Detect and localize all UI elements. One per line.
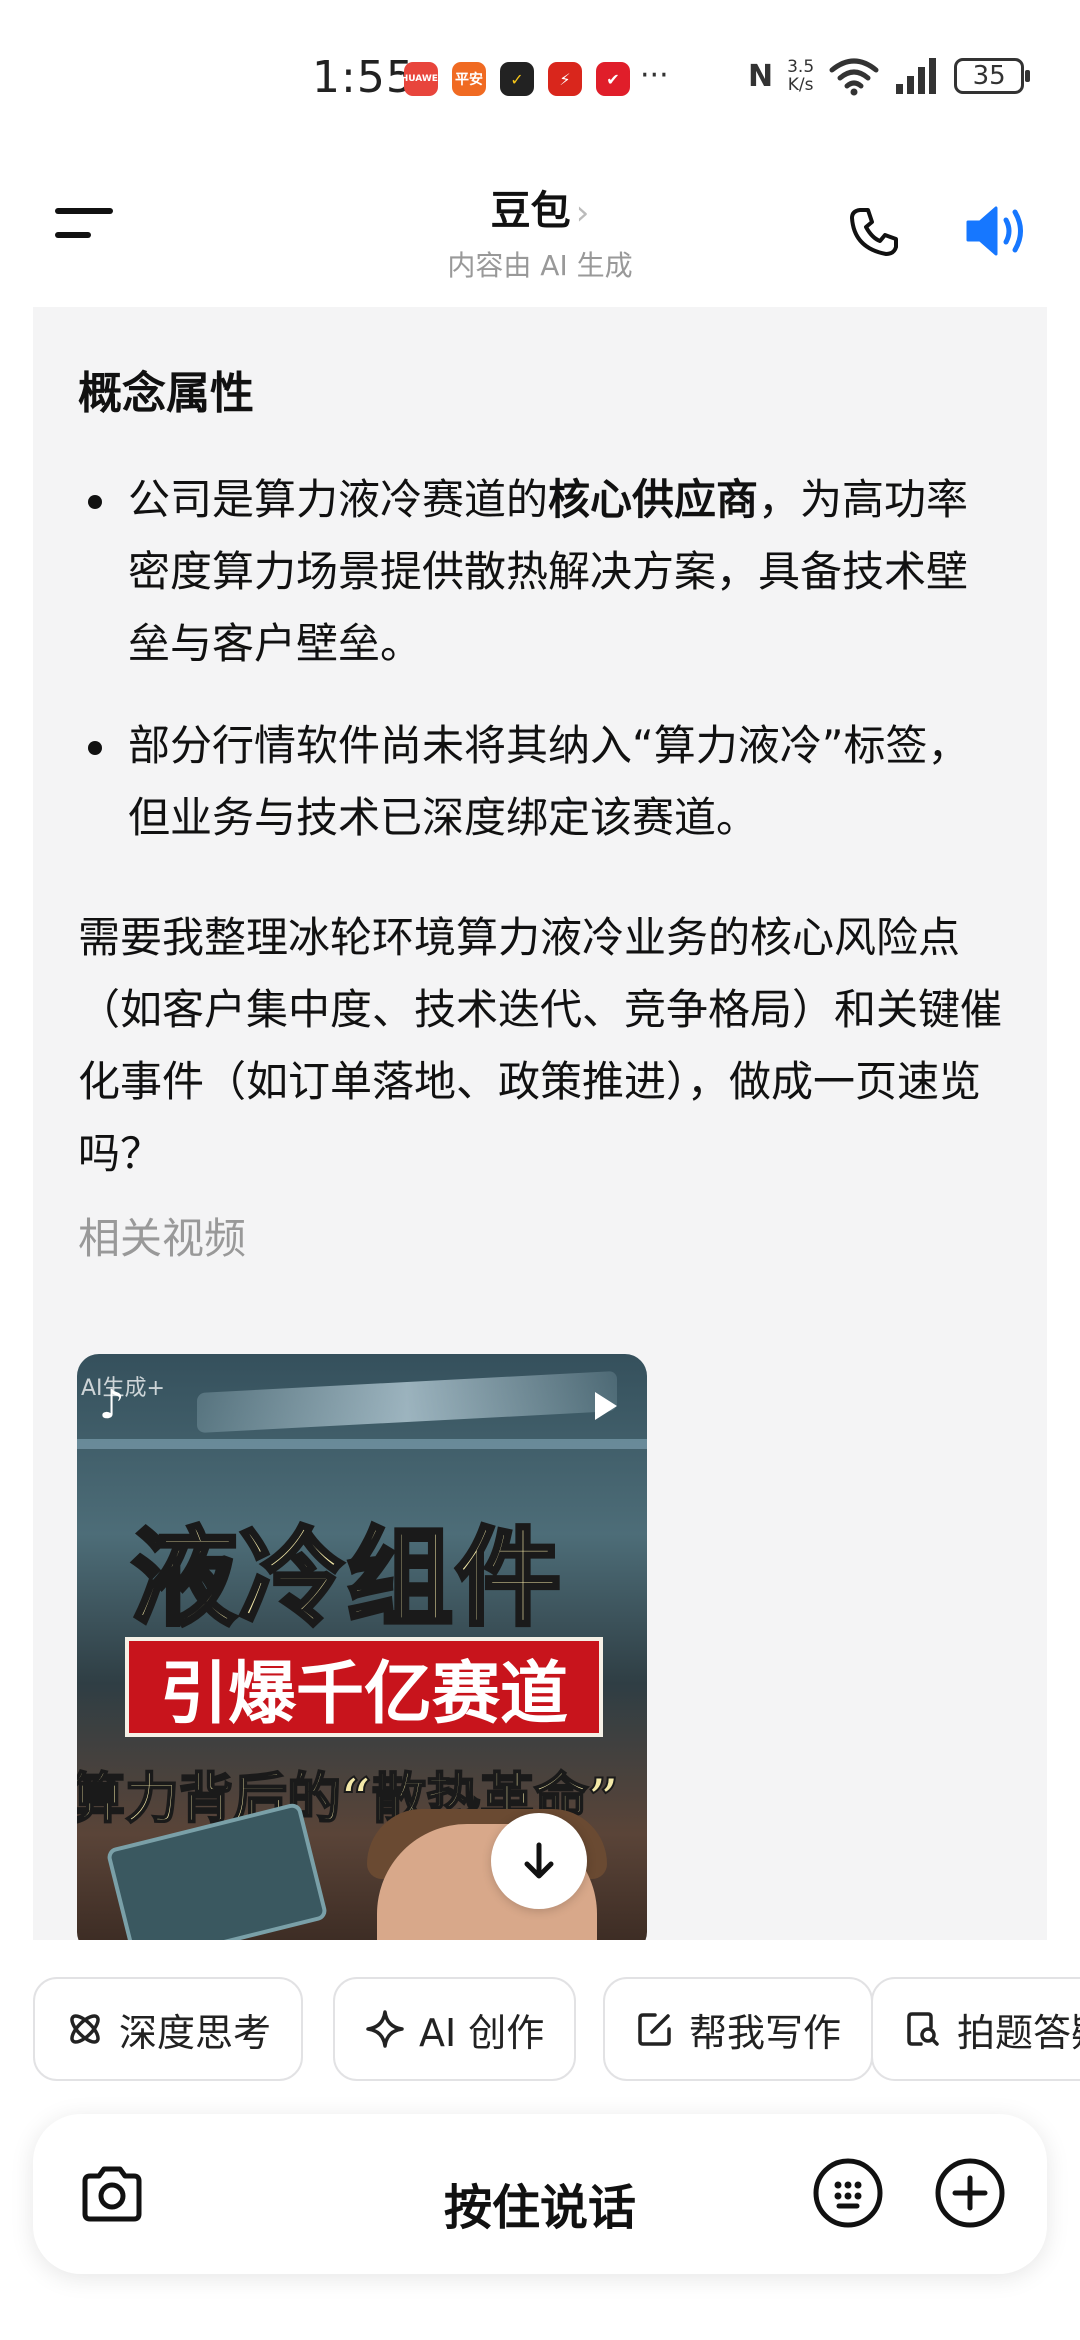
hold-to-talk-button[interactable]: 按住说话 <box>33 2168 1047 2238</box>
status-bar: 1:55 HUAWEI 平安 ✓ ⚡ ✔ ··· N 3.5 K/s 35 <box>0 0 1080 150</box>
nfc-icon: N <box>748 58 774 94</box>
bot-name: 豆包 <box>490 188 571 234</box>
play-icon[interactable] <box>595 1392 617 1420</box>
chat-title-area[interactable]: 豆包 › 内容由 AI 生成 <box>340 178 740 284</box>
network-speed: 3.5 K/s <box>787 58 814 94</box>
notification-app-icons: HUAWEI 平安 ✓ ⚡ ✔ <box>401 62 630 96</box>
edit-icon <box>638 2013 671 2046</box>
video-title-line1: 液冷组件 <box>129 1513 563 1642</box>
status-time: 1:55 <box>312 52 415 103</box>
chip-label: 深度思考 <box>119 2010 272 2055</box>
pingan-bank-icon: 平安 <box>452 62 486 96</box>
atom-icon <box>70 2014 100 2044</box>
ai-generated-notice: 内容由 AI 生成 <box>447 249 633 282</box>
bullet-item: 公司是算力液冷赛道的核心供应商，为高功率密度算力场景提供散热解决方案，具备技术壁… <box>78 464 1008 680</box>
chevron-right-icon: › <box>575 193 590 233</box>
video-title-banner: 引爆千亿赛道 <box>125 1637 603 1737</box>
quick-action-chips[interactable]: 深度思考 AI 创作 帮我写作 拍题答疑 <box>33 1977 1080 2083</box>
keyboard-emoji-icon[interactable] <box>811 2156 885 2230</box>
scroll-to-bottom-button[interactable] <box>491 1813 587 1909</box>
section-title: 概念属性 <box>78 368 254 419</box>
chip-label: 拍题答疑 <box>957 2010 1080 2055</box>
phone-call-icon[interactable] <box>846 204 902 260</box>
network-speed-unit: K/s <box>787 75 814 95</box>
douyin-logo-icon: ♪ <box>99 1382 125 1428</box>
video-background <box>77 1439 647 1449</box>
arrow-down-icon <box>524 1842 554 1879</box>
chat-header: 豆包 › 内容由 AI 生成 <box>0 160 1080 300</box>
wifi-icon <box>829 58 879 96</box>
system-icons: N 3.5 K/s 35 <box>748 56 1031 96</box>
network-speed-value: 3.5 <box>787 57 815 77</box>
chip-label: 帮我写作 <box>689 2010 842 2055</box>
chip-deep-thinking[interactable]: 深度思考 <box>33 1977 304 2081</box>
chip-help-write[interactable]: 帮我写作 <box>603 1977 874 2081</box>
bullet-text: 公司是算力液冷赛道的 <box>128 475 549 524</box>
video-title-line2: 引爆千亿赛道 <box>159 1653 568 1734</box>
chat-message-area[interactable]: 概念属性 公司是算力液冷赛道的核心供应商，为高功率密度算力场景提供散热解决方案，… <box>33 307 1047 1940</box>
chip-ai-creation[interactable]: AI 创作 <box>333 1977 577 2081</box>
battery-indicator: 35 <box>954 58 1031 94</box>
related-videos-label: 相关视频 <box>78 1214 247 1263</box>
speaker-icon[interactable] <box>964 200 1030 262</box>
follow-up-question: 需要我整理冰轮环境算力液冷业务的核心风险点（如客户集中度、技术迭代、竞争格局）和… <box>78 913 1003 1178</box>
bullet-item: 部分行情软件尚未将其纳入“算力液冷”标签，但业务与技术已深度绑定该赛道。 <box>78 710 1008 854</box>
input-bar: 按住说话 <box>33 2114 1047 2274</box>
menu-icon[interactable] <box>55 208 113 248</box>
video-background <box>197 1370 617 1434</box>
bullet-bold-text: 核心供应商 <box>548 475 759 524</box>
cellular-signal-icon <box>896 58 937 94</box>
chip-photo-question[interactable]: 拍题答疑 <box>871 1977 1080 2081</box>
chip-label: AI 创作 <box>419 2010 545 2055</box>
title-row: 豆包 › <box>340 178 740 236</box>
app-icon-4: ⚡ <box>548 62 582 96</box>
more-notifications-icon: ··· <box>640 58 669 93</box>
app-icon-5: ✔ <box>596 62 630 96</box>
plus-icon[interactable] <box>933 2156 1007 2230</box>
bullet-text: 部分行情软件尚未将其纳入“算力液冷”标签，但业务与技术已深度绑定该赛道。 <box>128 721 970 842</box>
app-icon-3: ✓ <box>500 62 534 96</box>
sparkle-icon <box>366 2010 404 2048</box>
huawei-app-icon: HUAWEI <box>401 62 441 96</box>
doc-search-icon <box>907 2012 939 2046</box>
